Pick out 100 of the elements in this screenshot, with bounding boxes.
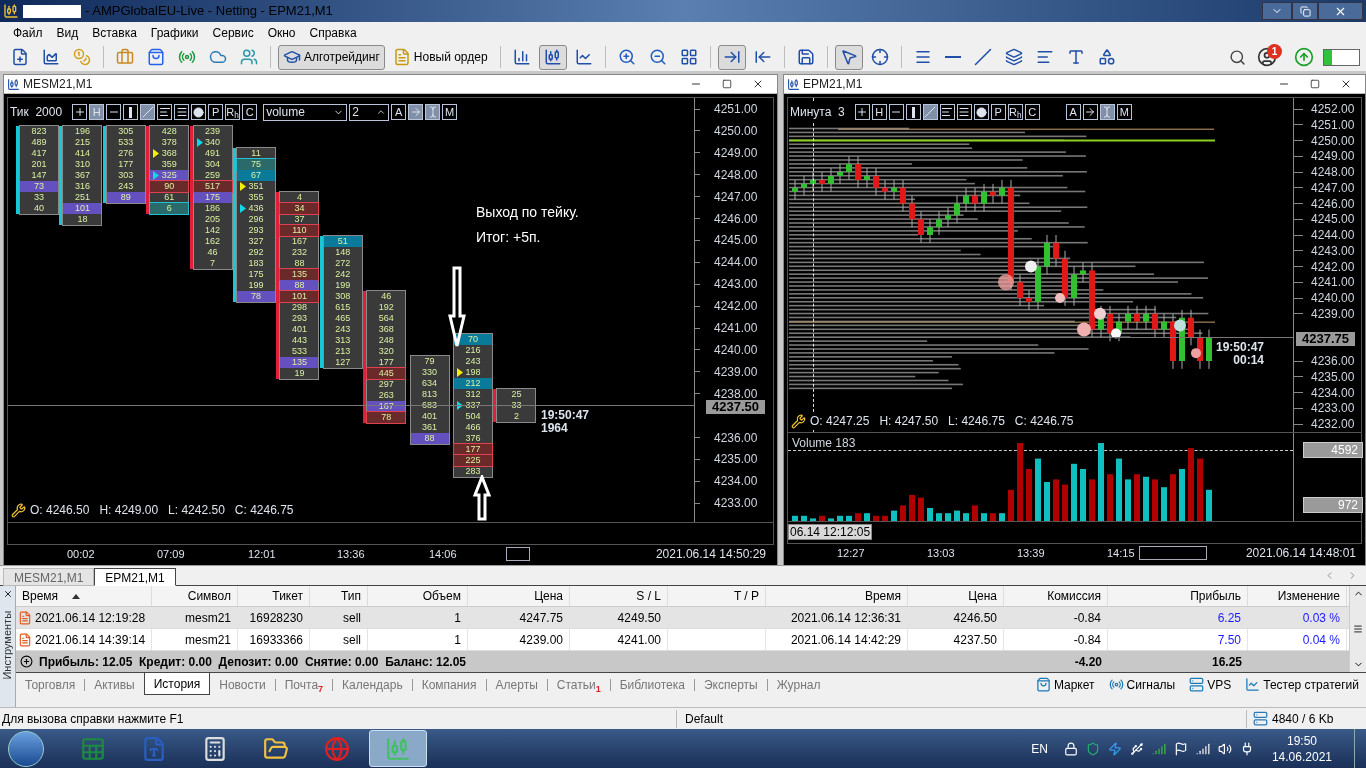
price-label: 4241.00 bbox=[714, 321, 758, 335]
price-label: 4251.00 bbox=[1311, 117, 1355, 132]
chart-period: Минута 3 bbox=[790, 104, 845, 121]
time-label: 13:36 bbox=[337, 546, 365, 562]
chart-tool-button[interactable]: R$_{h}$ bbox=[225, 104, 241, 120]
column-header[interactable]: Время bbox=[766, 586, 908, 606]
footprint-cell-text: 272 bbox=[334, 257, 352, 269]
column-header[interactable]: Цена bbox=[908, 586, 1004, 606]
volume-label: Volume 183 bbox=[792, 435, 856, 452]
footprint-cell-text: 378 bbox=[160, 137, 178, 149]
footprint-cell-text: 167 bbox=[290, 236, 308, 248]
status-text: 4840 / 6 Kb bbox=[1272, 710, 1334, 728]
indicator-dropdown[interactable]: volume bbox=[263, 103, 348, 121]
price-label: 4240.00 bbox=[714, 342, 758, 357]
footprint-cell-text: 564 bbox=[377, 312, 395, 324]
price-label: 4234.00 bbox=[714, 474, 758, 489]
panel-tab[interactable]: Календарь bbox=[333, 673, 412, 696]
service-link[interactable]: Сигналы bbox=[1101, 675, 1183, 694]
panel-tab[interactable]: История bbox=[143, 673, 211, 695]
price-label: 4252.00 bbox=[1311, 102, 1355, 116]
price-label: 4249.00 bbox=[714, 145, 758, 160]
column-header[interactable]: Изменение bbox=[1248, 586, 1347, 606]
footprint-cell-text: 823 bbox=[30, 126, 48, 138]
menu-item[interactable]: Сервис bbox=[205, 23, 261, 42]
column-header[interactable]: S / L bbox=[570, 586, 668, 606]
panel-tab[interactable]: Компания bbox=[412, 673, 486, 696]
panel-tab[interactable]: Алерты bbox=[486, 673, 547, 696]
price-label: 4249.00 bbox=[1311, 149, 1355, 164]
table-cell-text: sell bbox=[343, 631, 361, 649]
service-link[interactable]: Маркет bbox=[1028, 675, 1102, 694]
clock-date[interactable]: 14.06.2021 bbox=[1271, 748, 1332, 765]
price-label: 4250.00 bbox=[1311, 133, 1355, 148]
panel-tab[interactable]: Журнал bbox=[767, 673, 830, 696]
toolbar-button[interactable]: Алготрейдинг bbox=[278, 44, 385, 70]
footprint-cell-text: 201 bbox=[30, 159, 48, 171]
price-label: 4251.00 bbox=[714, 102, 758, 116]
panel-tab[interactable]: Эксперты bbox=[694, 673, 767, 696]
table-cell-text: 1 bbox=[454, 631, 461, 649]
timer-text: 19:50:47 bbox=[1216, 341, 1265, 355]
table-cell-text: 4246.50 bbox=[953, 609, 997, 627]
chart-tool-button[interactable]: C bbox=[1024, 104, 1040, 120]
step-spinner[interactable]: 2 bbox=[349, 103, 390, 121]
price-label: 4245.00 bbox=[1311, 212, 1355, 227]
chart-tool-button[interactable]: P bbox=[208, 104, 224, 120]
chart-tool-button[interactable]: R$_{h}$ bbox=[1007, 104, 1023, 120]
time-label: 14:15 bbox=[1107, 545, 1135, 561]
chart-tab[interactable]: MESM21,M1 bbox=[3, 568, 95, 586]
column-header[interactable]: Тип bbox=[310, 586, 368, 606]
menu-item[interactable]: Графики bbox=[143, 23, 206, 42]
panel-tab[interactable]: Активы bbox=[85, 673, 144, 696]
table-row[interactable]: 2021.06.14 12:19:28 mesm21 16928230 sell 1 4247.75 4249.50 2021.06.14 12:36:31 4246.50 -0.84 6.25 0.03 % bbox=[16, 607, 1349, 629]
footprint-cell: 340 bbox=[193, 137, 232, 149]
menu-item[interactable]: Вставка bbox=[85, 23, 144, 42]
column-header[interactable]: Время bbox=[16, 586, 152, 606]
footprint-cell-text: 215 bbox=[73, 137, 91, 149]
table-cell-text: 0.04 % bbox=[1302, 631, 1340, 649]
table-cell-text: 16928230 bbox=[249, 609, 303, 627]
column-header[interactable]: Комиссия bbox=[1004, 586, 1108, 606]
menu-item[interactable]: Справка bbox=[302, 23, 364, 42]
column-header[interactable]: Символ bbox=[152, 586, 238, 606]
language-indicator[interactable]: EN bbox=[1031, 739, 1048, 758]
footprint-cell-text: 417 bbox=[30, 148, 48, 160]
price-label: 4250.00 bbox=[714, 123, 758, 138]
footprint-cell: 101 bbox=[280, 291, 319, 303]
menu-item[interactable]: Вид bbox=[49, 23, 86, 42]
price-label: 4244.00 bbox=[714, 255, 758, 270]
table-row[interactable]: 2021.06.14 14:39:14 mesm21 16933366 sell 1 4239.00 4241.00 2021.06.14 14:42:29 4237.50 -0.84 7.50 0.04 % bbox=[16, 629, 1349, 651]
chart-tool-button[interactable]: A bbox=[1065, 104, 1081, 120]
last-time-label: 2021.06.14 14:48:01 bbox=[1245, 545, 1356, 562]
panel-tab[interactable]: Новости bbox=[210, 673, 275, 696]
footprint-cell: 75 bbox=[237, 159, 275, 171]
column-header[interactable]: Прибыль bbox=[1108, 586, 1248, 606]
column-header[interactable]: Объем bbox=[368, 586, 468, 606]
footprint-cell-text: 199 bbox=[247, 280, 265, 292]
chart-tool-button[interactable]: C bbox=[242, 104, 258, 120]
footprint-cell: 51 bbox=[323, 235, 362, 247]
menu-item[interactable]: Окно bbox=[260, 23, 303, 42]
panel-tab[interactable]: Библиотека bbox=[610, 673, 694, 696]
column-header[interactable]: Тикет bbox=[238, 586, 310, 606]
chart-tool-button[interactable]: H bbox=[871, 104, 887, 120]
chart-tool-button[interactable]: M bbox=[442, 104, 458, 120]
column-header[interactable]: Цена bbox=[468, 586, 570, 606]
service-link[interactable]: VPS bbox=[1182, 675, 1239, 694]
ohlc-text: O: 4246.50 H: 4249.00 L: 4242.50 C: 4246.75 bbox=[30, 502, 294, 519]
panel-tab[interactable]: Торговля bbox=[16, 673, 85, 696]
chart-tab[interactable]: EPM21,M1 bbox=[94, 568, 176, 586]
toolbar-button[interactable]: Новый ордер bbox=[387, 44, 493, 70]
column-header[interactable]: T / P bbox=[668, 586, 766, 606]
annotation-text: Итог: +5п. bbox=[476, 228, 542, 247]
chart-tool-button[interactable]: P bbox=[990, 104, 1006, 120]
price-label: 4233.00 bbox=[714, 496, 758, 511]
service-link[interactable]: Тестер стратегий bbox=[1238, 675, 1366, 694]
menu-item[interactable]: Файл bbox=[6, 23, 50, 42]
chart-tool-button[interactable]: M bbox=[1116, 104, 1132, 120]
chart-tool-button[interactable]: A bbox=[391, 104, 407, 120]
clock-time[interactable]: 19:50 bbox=[1286, 732, 1317, 749]
footprint-cell-text: 205 bbox=[204, 214, 222, 226]
footprint-cell: 517 bbox=[193, 181, 232, 193]
footprint-cell-text: 376 bbox=[464, 433, 482, 445]
footprint-cell-text: 192 bbox=[377, 301, 395, 313]
